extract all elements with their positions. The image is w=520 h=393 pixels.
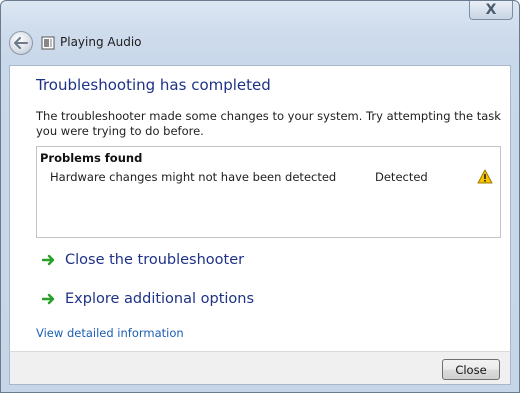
close-button[interactable]: Close (442, 359, 500, 380)
back-arrow-icon (14, 37, 28, 49)
warning-icon (477, 169, 493, 184)
footer-bar: Close (9, 351, 511, 385)
close-troubleshooter-label: Close the troubleshooter (65, 252, 245, 268)
close-icon: X (485, 2, 497, 18)
window-title: Playing Audio (60, 35, 142, 49)
back-button[interactable] (9, 31, 33, 55)
explore-options-label: Explore additional options (65, 291, 255, 307)
troubleshooter-icon (41, 36, 55, 50)
problem-name: Hardware changes might not have been det… (50, 170, 337, 184)
description-text: The troubleshooter made some changes to … (36, 109, 501, 138)
problems-header: Problems found (40, 151, 143, 165)
explore-options-link[interactable]: Explore additional options (42, 291, 254, 307)
window-close-button[interactable]: X (469, 1, 513, 20)
problems-found-box: Problems found Hardware changes might no… (36, 146, 501, 238)
close-troubleshooter-link[interactable]: Close the troubleshooter (42, 252, 244, 268)
green-arrow-icon (42, 254, 55, 266)
page-title: Troubleshooting has completed (36, 76, 271, 94)
green-arrow-icon (42, 293, 55, 305)
content-panel: Troubleshooting has completed The troubl… (9, 65, 511, 351)
problem-status: Detected (375, 170, 428, 184)
troubleshooter-window: X Playing Audio Troubleshooting has comp… (0, 0, 520, 393)
view-detailed-information-link[interactable]: View detailed information (36, 326, 184, 340)
